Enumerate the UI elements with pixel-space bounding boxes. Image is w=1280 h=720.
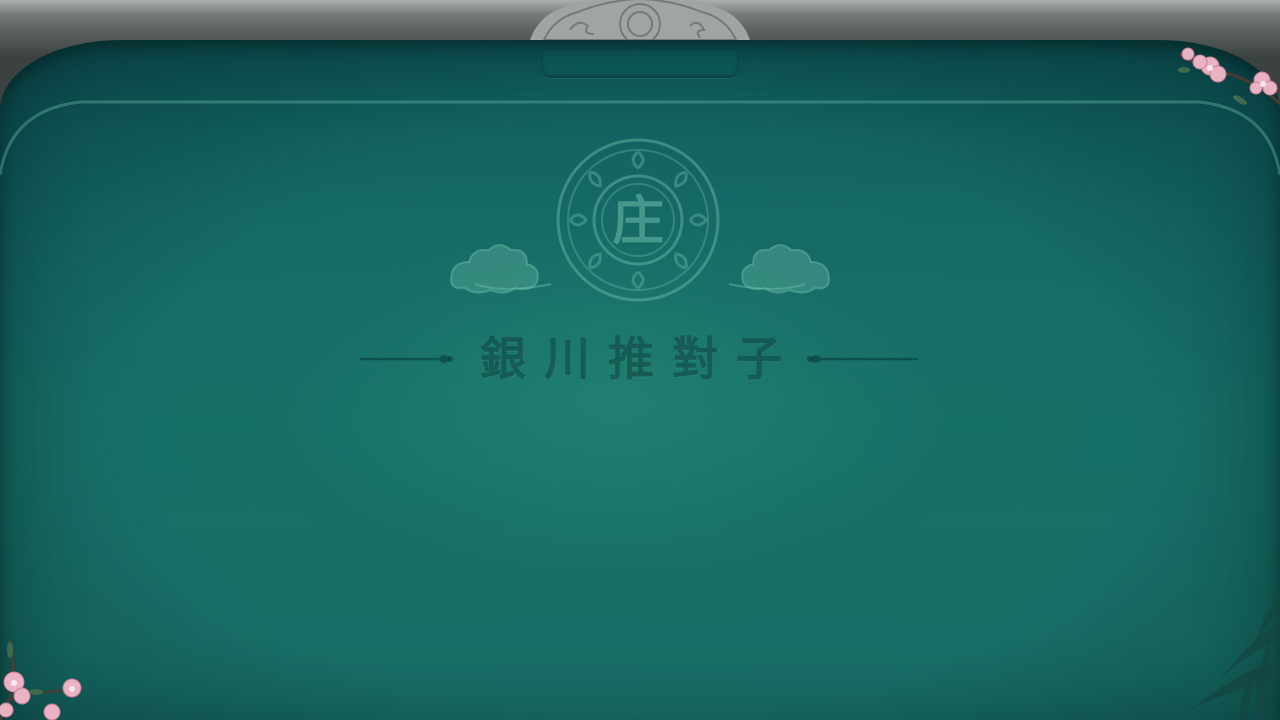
- title-ornament-left-icon: [360, 355, 453, 363]
- auspicious-cloud-icon: [449, 244, 552, 294]
- game-title-row: 銀川推對子: [360, 328, 920, 390]
- peach-blossom-icon: [1178, 47, 1280, 106]
- peach-blossom-icon: [0, 639, 82, 720]
- auspicious-cloud-icon: [728, 244, 831, 294]
- game-title: 銀川推對子: [480, 332, 800, 386]
- game-scene: 庄 銀川推對子: [0, 0, 1280, 720]
- banker-mark: 庄: [611, 192, 664, 252]
- bamboo-leaves-icon: [1190, 590, 1280, 720]
- title-ornament-right-icon: [807, 355, 918, 363]
